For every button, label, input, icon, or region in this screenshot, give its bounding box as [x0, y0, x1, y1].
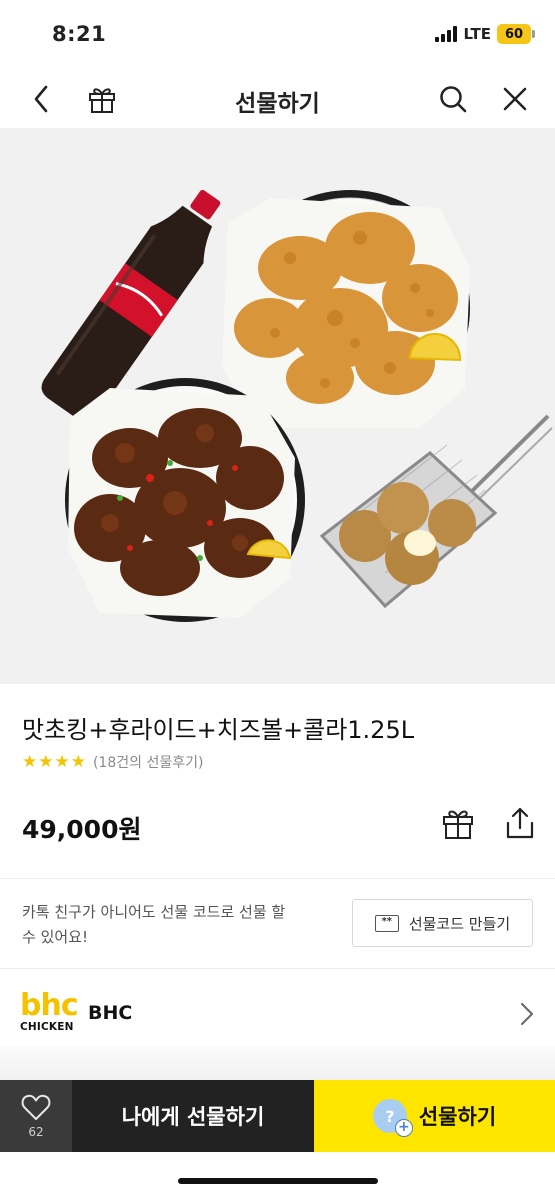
product-price: 49,000원 — [22, 815, 142, 844]
send-gift-button[interactable]: ? + 선물하기 — [314, 1080, 555, 1152]
add-icon: + — [394, 1119, 413, 1137]
cheese-ball-basket — [319, 414, 553, 609]
share-icon[interactable] — [505, 806, 535, 844]
home-area — [0, 1152, 555, 1200]
close-icon[interactable] — [498, 82, 532, 116]
send-gift-label: 선물하기 — [418, 1105, 497, 1129]
status-indicators: LTE 60 — [435, 24, 535, 44]
code-icon: ** — [374, 914, 399, 932]
battery-icon: 60 — [497, 24, 535, 44]
product-title: 맛초킹+후라이드+치즈볼+콜라1.25L — [22, 716, 415, 744]
status-bar: 8:21 LTE 60 — [0, 0, 555, 70]
like-count: 62 — [28, 1125, 44, 1139]
brand-name: BHC — [88, 1002, 133, 1024]
rating-stars: ★★★★ — [22, 752, 87, 772]
fried-chicken-basket — [222, 190, 470, 428]
signal-icon — [435, 26, 458, 42]
like-button[interactable]: 62 — [0, 1080, 72, 1152]
create-gift-code-button[interactable]: ** 선물코드 만들기 — [352, 899, 533, 947]
network-label: LTE — [463, 25, 491, 43]
friend-avatar-icon: ? + — [372, 1099, 413, 1137]
heart-icon — [21, 1094, 51, 1120]
gift-code-description: 카톡 친구가 아니어도 선물 코드로 선물 할 수 있어요! — [22, 903, 286, 946]
spicy-chicken-basket — [65, 378, 305, 622]
create-gift-code-label: 선물코드 만들기 — [408, 914, 511, 933]
status-time: 8:21 — [52, 22, 107, 46]
bottom-action-bar: 62 나에게 선물하기 ? + 선물하기 — [0, 1080, 555, 1152]
page-title: 선물하기 — [235, 91, 320, 117]
divider — [0, 968, 555, 969]
product-rating[interactable]: ★★★★ (18건의 선물후기) — [22, 752, 203, 772]
gift-to-self-button[interactable]: 나에게 선물하기 — [72, 1080, 314, 1152]
content-fade — [0, 1046, 555, 1080]
gift-icon[interactable] — [441, 806, 475, 844]
top-nav: 선물하기 — [0, 70, 555, 128]
home-indicator[interactable] — [178, 1178, 378, 1184]
chevron-right-icon — [519, 1000, 535, 1032]
product-actions — [441, 806, 535, 844]
divider — [0, 878, 555, 879]
brand-logo: bhc CHICKEN — [20, 988, 79, 1034]
product-image — [0, 128, 555, 684]
search-icon[interactable] — [436, 82, 470, 116]
brand-row[interactable]: bhc CHICKEN BHC — [0, 984, 555, 1046]
review-count[interactable]: (18건의 선물후기) — [93, 752, 203, 772]
